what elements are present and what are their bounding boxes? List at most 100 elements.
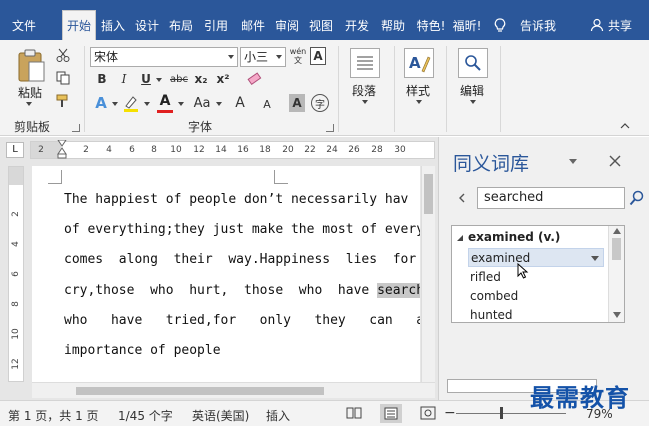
text-effects-dropdown[interactable] [112, 102, 118, 106]
vertical-ruler[interactable]: 2 4 6 8 10 12 [8, 166, 24, 382]
underline-dropdown-arrow[interactable] [156, 78, 162, 82]
tab-design[interactable]: 设计 [132, 12, 162, 40]
tab-home[interactable]: 开始 [62, 10, 96, 40]
character-border-button[interactable]: A [310, 47, 326, 65]
paste-dropdown-arrow[interactable] [26, 102, 32, 106]
font-name-value: 宋体 [94, 50, 119, 64]
pane-options-dropdown[interactable] [569, 159, 577, 164]
paragraph-label[interactable]: 段落 [352, 82, 376, 99]
change-case-button[interactable]: Aa [190, 94, 214, 112]
read-mode-icon[interactable] [346, 406, 362, 420]
editing-button[interactable] [458, 48, 488, 78]
word-count[interactable]: 1/45 个字 [118, 407, 173, 424]
grow-font-button[interactable]: A [232, 94, 248, 112]
copy-icon[interactable] [56, 71, 70, 85]
horizontal-scrollbar[interactable] [32, 382, 435, 398]
font-name-box[interactable]: 宋体 [90, 47, 238, 67]
styles-button[interactable]: A [404, 48, 434, 78]
font-color-button[interactable]: A [156, 92, 174, 110]
tab-insert[interactable]: 插入 [98, 12, 128, 40]
scroll-thumb[interactable] [424, 174, 433, 214]
thesaurus-search-input[interactable]: searched [477, 187, 625, 209]
styles-label[interactable]: 样式 [406, 82, 430, 99]
tab-layout[interactable]: 布局 [166, 12, 196, 40]
tell-me-box[interactable]: 告诉我 [520, 12, 556, 40]
list-scrollbar[interactable] [608, 226, 624, 322]
tab-review[interactable]: 审阅 [272, 12, 302, 40]
crop-mark [274, 170, 288, 184]
synonym-item[interactable]: hunted [470, 306, 606, 322]
font-launcher[interactable] [326, 124, 334, 132]
format-painter-icon[interactable] [56, 94, 72, 108]
change-case-dropdown[interactable] [216, 102, 222, 106]
clipboard-launcher[interactable] [72, 124, 80, 132]
tab-selector[interactable]: L [6, 142, 24, 158]
selected-word[interactable]: searched [377, 283, 420, 298]
synonym-item[interactable]: combed [470, 287, 606, 306]
synonym-item[interactable]: examined [468, 248, 604, 267]
font-color-dropdown[interactable] [178, 102, 184, 106]
tab-mailings[interactable]: 邮件 [238, 12, 268, 40]
vertical-scrollbar[interactable] [421, 166, 435, 382]
separator [338, 46, 339, 132]
cut-icon[interactable] [56, 48, 70, 62]
insert-mode[interactable]: 插入 [266, 407, 290, 424]
tab-developer[interactable]: 开发 [340, 12, 374, 40]
paragraph-dropdown[interactable] [362, 100, 368, 104]
collapse-ribbon-icon[interactable] [620, 122, 630, 130]
document-line: cry,those who hurt, those who have searc… [64, 283, 420, 298]
zoom-out-button[interactable]: − [444, 405, 456, 421]
close-icon[interactable] [609, 155, 621, 167]
subscript-button[interactable]: x₂ [192, 70, 210, 88]
paste-icon[interactable] [16, 48, 46, 84]
back-icon[interactable] [457, 192, 467, 204]
print-layout-button[interactable] [380, 404, 402, 423]
strikethrough-button[interactable]: abc [168, 70, 190, 88]
clear-formatting-icon[interactable] [246, 71, 262, 87]
scroll-down-icon[interactable] [613, 312, 621, 318]
tab-special[interactable]: 特色! [414, 12, 448, 40]
font-size-box[interactable]: 小三 [240, 47, 286, 67]
phonetic-guide-button[interactable]: wén 文 [289, 44, 307, 68]
search-icon[interactable] [629, 189, 645, 207]
document-page[interactable]: The happiest of people don’t necessarily… [32, 166, 420, 382]
character-shading-button[interactable]: A [289, 94, 305, 112]
indent-marker-icon[interactable] [57, 140, 67, 160]
paragraph-button[interactable] [350, 48, 380, 78]
tab-help[interactable]: 帮助 [378, 12, 408, 40]
scroll-thumb[interactable] [76, 387, 324, 395]
paste-label[interactable]: 粘贴 [18, 84, 42, 101]
styles-icon: A [409, 54, 431, 73]
shrink-font-button[interactable]: A [260, 96, 274, 112]
zoom-slider-knob[interactable] [500, 407, 503, 419]
scroll-up-icon[interactable] [613, 228, 621, 234]
italic-button[interactable]: I [116, 70, 132, 88]
superscript-button[interactable]: x² [214, 70, 232, 88]
highlight-icon[interactable] [122, 94, 140, 112]
collapse-triangle-icon[interactable] [456, 234, 464, 242]
tab-foxit[interactable]: 福昕! [450, 12, 484, 40]
meaning-heading[interactable]: examined (v.) [468, 230, 560, 244]
enclose-characters-button[interactable]: 字 [311, 94, 329, 112]
zoom-slider[interactable] [456, 413, 566, 414]
underline-button[interactable]: U [138, 70, 154, 88]
language-indicator[interactable]: 英语(美国) [192, 407, 249, 424]
tab-references[interactable]: 引用 [200, 12, 232, 40]
page-count[interactable]: 第 1 页，共 1 页 [8, 407, 99, 424]
synonym-item[interactable]: rifled [470, 268, 606, 287]
thesaurus-pane: 同义词库 searched examined (v.) examined rif… [438, 137, 649, 400]
tab-view[interactable]: 视图 [306, 12, 336, 40]
editing-dropdown[interactable] [470, 100, 476, 104]
highlight-dropdown[interactable] [144, 102, 150, 106]
synonym-dropdown-icon[interactable] [591, 256, 599, 261]
share-button[interactable]: 共享 [608, 12, 632, 40]
bold-button[interactable]: B [94, 70, 110, 88]
styles-dropdown[interactable] [416, 100, 422, 104]
ruler-tick: 6 [11, 271, 21, 277]
horizontal-ruler[interactable]: 2 2 4 6 8 10 12 14 16 18 20 22 24 26 28 … [30, 140, 435, 160]
web-layout-icon[interactable] [420, 406, 436, 420]
scroll-thumb[interactable] [612, 238, 621, 260]
editing-label[interactable]: 编辑 [460, 82, 484, 99]
tab-file[interactable]: 文件 [6, 12, 42, 40]
text-effects-button[interactable]: A [92, 94, 110, 112]
